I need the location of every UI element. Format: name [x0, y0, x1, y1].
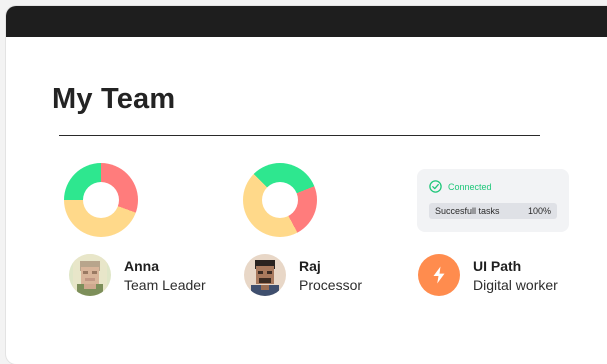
workload-donut-anna [64, 163, 138, 237]
successful-tasks-bar: Succesfull tasks 100% [429, 203, 557, 219]
successful-tasks-label: Succesfull tasks [435, 206, 500, 216]
avatar-anna [69, 254, 111, 296]
card-top-bar [6, 6, 607, 37]
member-name: Anna [124, 258, 159, 274]
successful-tasks-value: 100% [527, 206, 551, 216]
member-name: UI Path [473, 258, 522, 274]
member-role: Processor [299, 277, 363, 293]
connection-status-box: Connected Succesfull tasks 100% [417, 169, 569, 232]
member-role: Digital worker [473, 277, 558, 293]
page-title: My Team [52, 83, 176, 115]
workload-donut-raj [243, 163, 317, 237]
avatar-ui-path [418, 254, 460, 296]
lightning-icon [433, 266, 445, 284]
member-name: Raj [299, 258, 321, 274]
connected-status: Connected [448, 182, 492, 192]
avatar-raj [244, 254, 286, 296]
team-card: My Team Connected Succesfull tasks 100% [6, 6, 607, 364]
divider [59, 135, 540, 136]
check-circle-icon [429, 180, 442, 193]
member-role: Team Leader [124, 277, 206, 293]
